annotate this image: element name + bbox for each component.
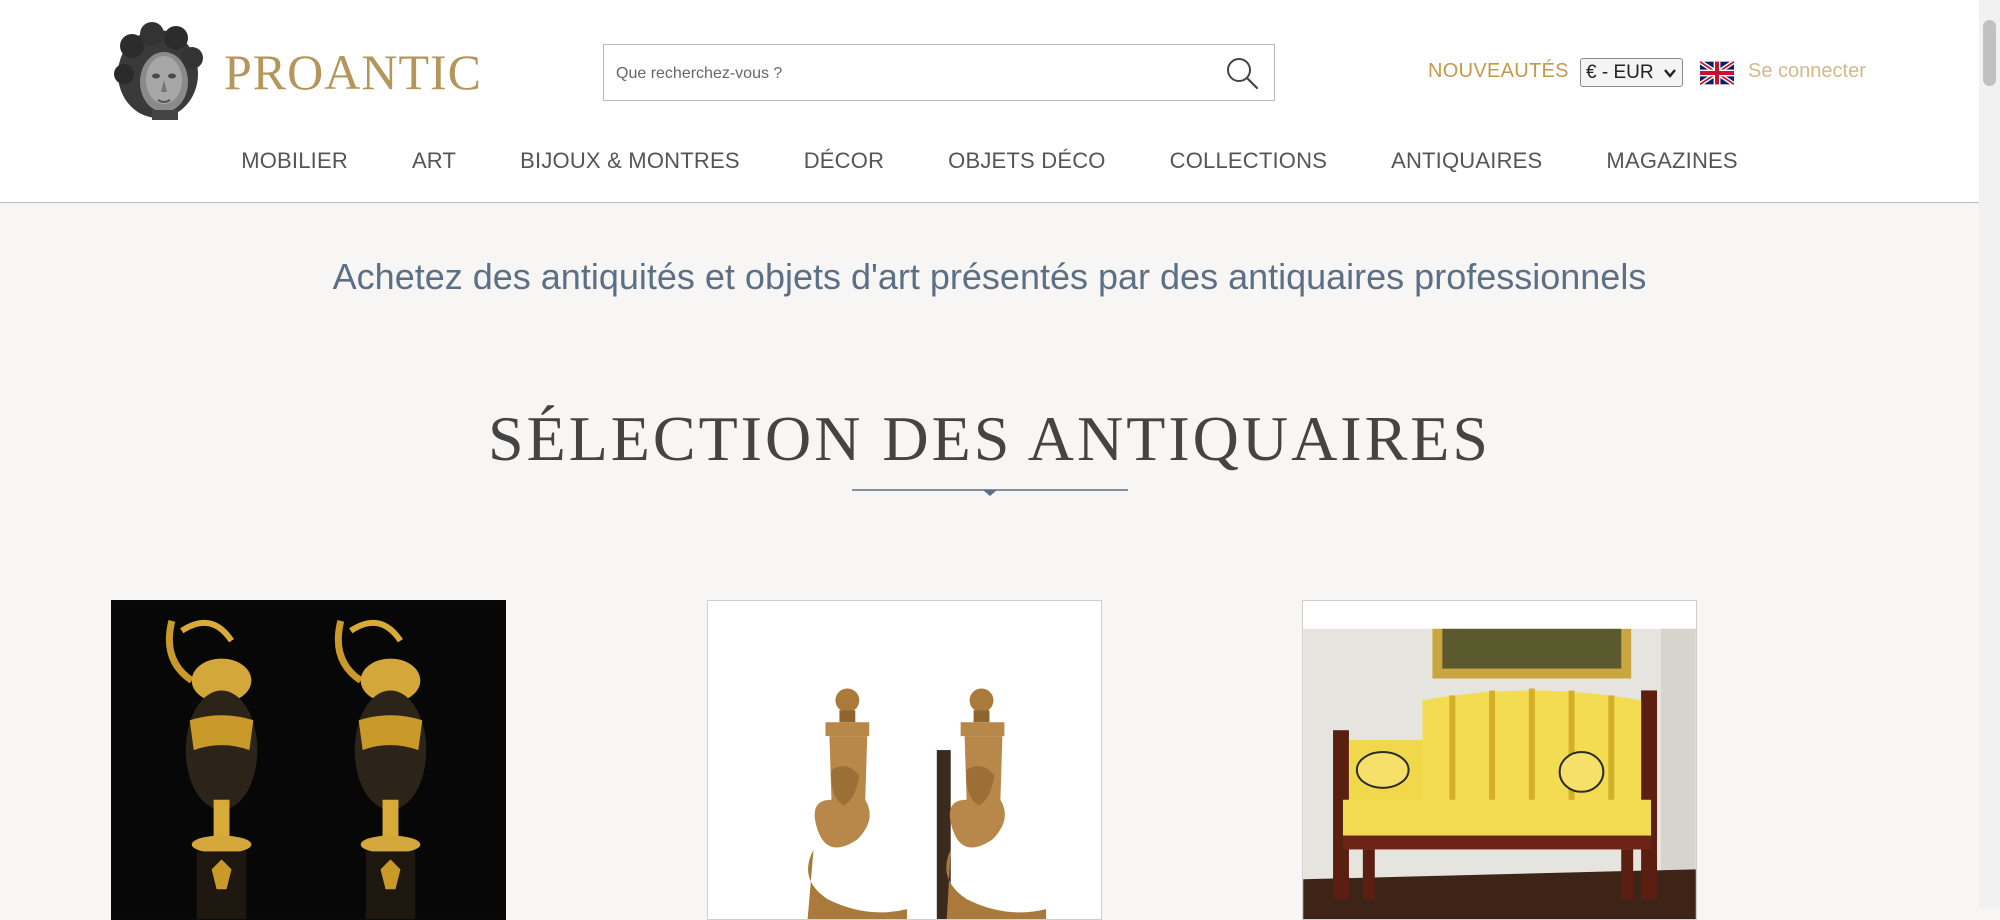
uk-flag-icon[interactable] — [1700, 60, 1734, 86]
nav-item-art[interactable]: ART — [412, 148, 456, 174]
nav-item-objets-deco[interactable]: OBJETS DÉCO — [948, 148, 1105, 174]
currency-value: € - EUR — [1586, 62, 1654, 83]
search-bar — [603, 44, 1275, 102]
bust-logo-icon — [114, 22, 203, 120]
nav-item-antiquaires[interactable]: ANTIQUAIRES — [1391, 148, 1542, 174]
new-arrivals-link[interactable]: NOUVEAUTÉS — [1428, 60, 1569, 83]
nav-item-mobilier[interactable]: MOBILIER — [241, 148, 348, 174]
section-title: SÉLECTION DES ANTIQUAIRES — [488, 403, 1491, 474]
nav-item-decor[interactable]: DÉCOR — [804, 148, 884, 174]
search-input[interactable] — [614, 45, 1198, 102]
nav-item-collections[interactable]: COLLECTIONS — [1170, 148, 1327, 174]
brand-name: PROANTIC — [224, 44, 483, 100]
page-scrollbar[interactable] — [1979, 0, 2000, 908]
ewers-image — [112, 601, 505, 919]
scrollbar-thumb[interactable] — [1983, 20, 1996, 86]
site-logo[interactable]: PROANTIC — [112, 22, 482, 122]
search-icon[interactable] — [1224, 55, 1260, 91]
product-card-settee[interactable] — [1302, 600, 1697, 920]
product-card-ewers[interactable] — [111, 600, 506, 920]
site-header: PROANTIC NOUVEAUTÉS € - EUR Se connecter… — [0, 0, 1979, 203]
chevron-down-icon — [1664, 69, 1676, 78]
page-tagline: Achetez des antiquités et objets d'art p… — [332, 256, 1647, 297]
settee-image — [1303, 601, 1696, 919]
title-divider — [852, 489, 1128, 496]
nav-item-magazines[interactable]: MAGAZINES — [1606, 148, 1737, 174]
andirons-image — [708, 601, 1101, 919]
main-nav: MOBILIER ART BIJOUX & MONTRES DÉCOR OBJE… — [0, 148, 1979, 174]
currency-select[interactable]: € - EUR — [1580, 58, 1683, 87]
nav-item-bijoux-montres[interactable]: BIJOUX & MONTRES — [520, 148, 740, 174]
login-link[interactable]: Se connecter — [1748, 60, 1866, 83]
product-card-andirons[interactable] — [707, 600, 1102, 920]
